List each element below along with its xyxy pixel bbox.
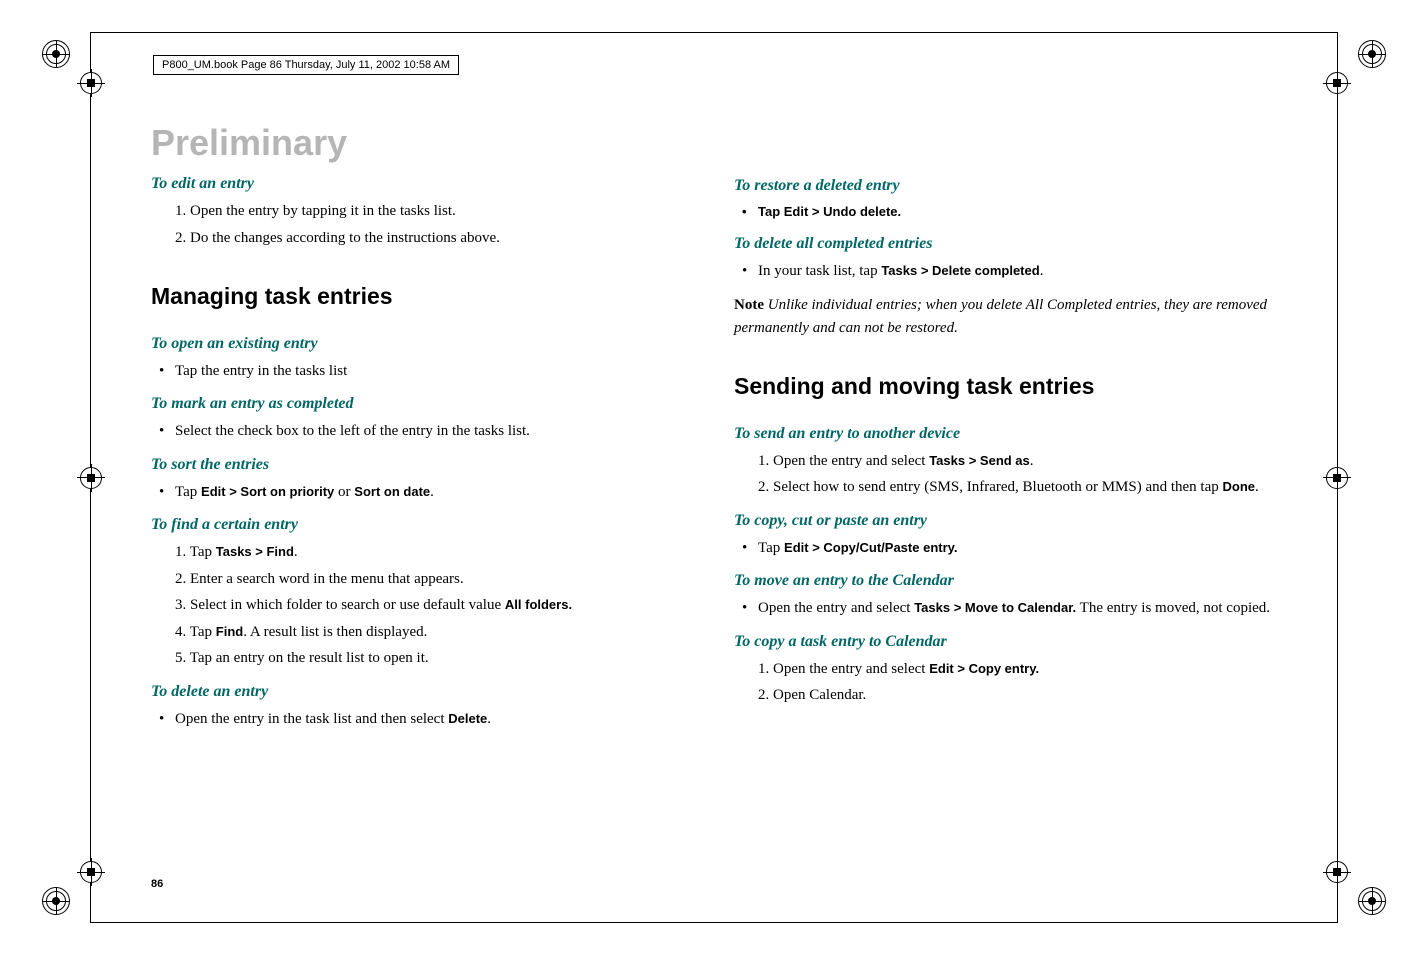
section-heading: To sort the entries <box>151 453 694 477</box>
crop-mark-icon <box>42 40 70 68</box>
section-heading: To copy, cut or paste an entry <box>734 509 1277 533</box>
note-text: Note Unlike individual entries; when you… <box>734 294 1277 339</box>
register-mark-icon <box>79 860 103 884</box>
page-frame: P800_UM.book Page 86 Thursday, July 11, … <box>90 32 1338 923</box>
register-mark-icon <box>1325 466 1349 490</box>
crop-mark-icon <box>1358 40 1386 68</box>
section-heading: To find a certain entry <box>151 513 694 537</box>
right-column: To restore a deleted entry Tap Edit > Un… <box>734 118 1277 852</box>
section-heading: To send an entry to another device <box>734 422 1277 446</box>
list-item: Open the entry and select Tasks > Move t… <box>734 597 1277 620</box>
section-heading: To restore a deleted entry <box>734 174 1277 198</box>
list-item: 1. Open the entry and select Tasks > Sen… <box>734 450 1277 473</box>
page-number: 86 <box>151 878 163 890</box>
list-item: 2. Select how to send entry (SMS, Infrar… <box>734 476 1277 499</box>
list-item: 3. Select in which folder to search or u… <box>151 594 694 617</box>
list-item: Select the check box to the left of the … <box>151 420 694 443</box>
list-item: 4. Tap Find. A result list is then displ… <box>151 621 694 644</box>
register-mark-icon <box>79 71 103 95</box>
section-heading: To delete all completed entries <box>734 232 1277 256</box>
register-mark-icon <box>79 466 103 490</box>
crop-mark-icon <box>1358 887 1386 915</box>
list-item: Tap Edit > Sort on priority or Sort on d… <box>151 481 694 504</box>
section-title: Managing task entries <box>151 279 694 314</box>
content-area: Preliminary To edit an entry 1. Open the… <box>151 118 1277 852</box>
list-item: 1. Tap Tasks > Find. <box>151 541 694 564</box>
list-item: 2. Do the changes according to the instr… <box>151 227 694 250</box>
crop-mark-icon <box>42 887 70 915</box>
section-heading: To open an existing entry <box>151 332 694 356</box>
section-heading: To move an entry to the Calendar <box>734 569 1277 593</box>
section-heading: To copy a task entry to Calendar <box>734 630 1277 654</box>
left-column: Preliminary To edit an entry 1. Open the… <box>151 118 694 852</box>
page-container: P800_UM.book Page 86 Thursday, July 11, … <box>0 0 1428 955</box>
section-heading: To delete an entry <box>151 680 694 704</box>
list-item: Tap Edit > Copy/Cut/Paste entry. <box>734 537 1277 560</box>
section-title: Sending and moving task entries <box>734 369 1277 404</box>
header-info: P800_UM.book Page 86 Thursday, July 11, … <box>153 55 459 75</box>
list-item: 2. Enter a search word in the menu that … <box>151 568 694 591</box>
section-heading: To mark an entry as completed <box>151 392 694 416</box>
list-item: 1. Open the entry by tapping it in the t… <box>151 200 694 223</box>
section-heading: To edit an entry <box>151 172 694 196</box>
watermark-text: Preliminary <box>151 116 694 170</box>
list-item: 2. Open Calendar. <box>734 684 1277 707</box>
list-item: Tap the entry in the tasks list <box>151 360 694 383</box>
register-mark-icon <box>1325 71 1349 95</box>
list-item: 5. Tap an entry on the result list to op… <box>151 647 694 670</box>
list-item: Open the entry in the task list and then… <box>151 708 694 731</box>
register-mark-icon <box>1325 860 1349 884</box>
list-item: 1. Open the entry and select Edit > Copy… <box>734 658 1277 681</box>
list-item: Tap Edit > Undo delete. <box>734 202 1277 222</box>
list-item: In your task list, tap Tasks > Delete co… <box>734 260 1277 283</box>
